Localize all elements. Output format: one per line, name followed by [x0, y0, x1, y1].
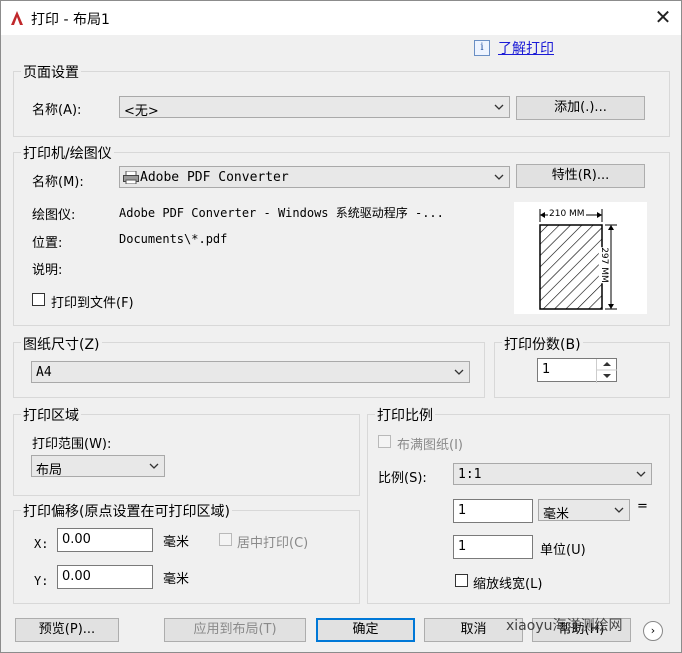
center-plot-label: 居中打印(C) — [237, 536, 309, 551]
print-dialog: 打印 - 布局1 ✕ i 了解打印 页面设置 名称(A): <无> 添加(.).… — [0, 0, 682, 653]
info-icon: i — [474, 40, 490, 56]
offset-x-input[interactable]: 0.00 — [57, 528, 153, 552]
preview-button[interactable]: 预览(P)... — [15, 618, 119, 642]
title-bar: 打印 - 布局1 ✕ — [1, 1, 681, 35]
description-label: 说明: — [32, 263, 63, 278]
scale-value2-input[interactable]: 1 — [453, 535, 533, 559]
print-to-file-label: 打印到文件(F) — [51, 296, 134, 311]
close-icon[interactable]: ✕ — [649, 3, 677, 31]
paper-size-value: A4 — [36, 365, 52, 380]
scale-value1: 1 — [458, 503, 467, 518]
print-to-file-checkbox[interactable] — [32, 293, 45, 306]
offset-y-label: Y: — [34, 574, 49, 588]
chevron-down-icon — [614, 507, 624, 513]
scale-unit-value: 毫米 — [543, 507, 570, 522]
offset-y-unit: 毫米 — [163, 572, 190, 587]
plot-offset-title: 打印偏移(原点设置在可打印区域) — [21, 501, 232, 521]
offset-x-value: 0.00 — [62, 532, 91, 547]
chevron-down-icon — [494, 104, 504, 110]
add-page-setup-button[interactable]: 添加(.)... — [516, 96, 645, 120]
paper-size-select[interactable]: A4 — [31, 361, 470, 383]
plot-scale-title: 打印比例 — [375, 405, 435, 425]
scale-unit-label: 单位(U) — [540, 543, 586, 558]
scale-label: 比例(S): — [378, 471, 427, 486]
learn-printing-link[interactable]: 了解打印 — [498, 38, 554, 58]
chevron-down-icon — [636, 471, 646, 477]
plot-range-label: 打印范围(W): — [32, 437, 112, 452]
autocad-app-icon — [11, 11, 23, 25]
page-setup-title: 页面设置 — [21, 62, 81, 82]
scale-lineweights-checkbox[interactable] — [455, 574, 468, 587]
scale-value: 1:1 — [458, 467, 482, 482]
scale-value2: 1 — [458, 539, 467, 554]
printer-name-label: 名称(M): — [32, 175, 84, 190]
copies-spinner[interactable] — [596, 359, 617, 383]
plot-offset-group — [13, 510, 360, 604]
chevron-down-icon — [149, 463, 159, 469]
scale-lineweights-label: 缩放线宽(L) — [473, 577, 543, 592]
copies-value: 1 — [542, 362, 551, 377]
paper-size-title: 图纸尺寸(Z) — [21, 334, 102, 354]
offset-y-input[interactable]: 0.00 — [57, 565, 153, 589]
scale-value1-input[interactable]: 1 — [453, 499, 533, 523]
plotter-value: Adobe PDF Converter - Windows 系统驱动程序 -..… — [119, 206, 444, 220]
fit-to-paper-checkbox[interactable] — [378, 435, 391, 448]
chevron-down-icon — [454, 369, 464, 375]
fit-to-paper-label: 布满图纸(I) — [397, 438, 463, 453]
copies-title: 打印份数(B) — [502, 334, 583, 354]
plot-range-select[interactable]: 布局 — [31, 455, 165, 478]
expand-options-icon[interactable]: › — [643, 621, 663, 641]
plotter-label: 绘图仪: — [32, 208, 76, 223]
page-setup-name-value: <无> — [124, 104, 159, 119]
page-setup-name-label: 名称(A): — [32, 103, 82, 118]
ok-button[interactable]: 确定 — [316, 618, 415, 642]
paper-width-label: 210 MM — [548, 209, 586, 219]
location-label: 位置: — [32, 236, 63, 251]
scale-unit-select[interactable]: 毫米 — [538, 499, 630, 522]
copies-input[interactable]: 1 — [537, 358, 617, 383]
center-plot-checkbox[interactable] — [219, 533, 232, 546]
apply-to-layout-button[interactable]: 应用到布局(T) — [164, 618, 306, 642]
printer-title: 打印机/绘图仪 — [21, 143, 114, 163]
printer-properties-button[interactable]: 特性(R)... — [516, 164, 645, 188]
watermark-text: xiaoyu海洋测绘网 — [506, 618, 623, 634]
offset-x-unit: 毫米 — [163, 535, 190, 550]
location-value: Documents\*.pdf — [119, 232, 228, 246]
printer-icon — [123, 171, 139, 184]
scale-select[interactable]: 1:1 — [453, 463, 652, 485]
chevron-down-icon — [494, 174, 504, 180]
printer-name-value: Adobe PDF Converter — [140, 170, 289, 185]
plot-range-value: 布局 — [36, 463, 63, 478]
page-setup-name-select[interactable]: <无> — [119, 96, 510, 119]
printer-name-select[interactable]: Adobe PDF Converter — [119, 166, 510, 188]
paper-preview: 210 MM 297 MM — [514, 202, 647, 314]
plot-area-title: 打印区域 — [21, 405, 81, 425]
offset-x-label: X: — [34, 537, 49, 551]
equals-sign: = — [637, 499, 648, 514]
spinner-arrows-icon — [597, 362, 617, 378]
window-title: 打印 - 布局1 — [31, 12, 110, 28]
offset-y-value: 0.00 — [62, 569, 91, 584]
paper-height-label: 297 MM — [598, 247, 609, 283]
